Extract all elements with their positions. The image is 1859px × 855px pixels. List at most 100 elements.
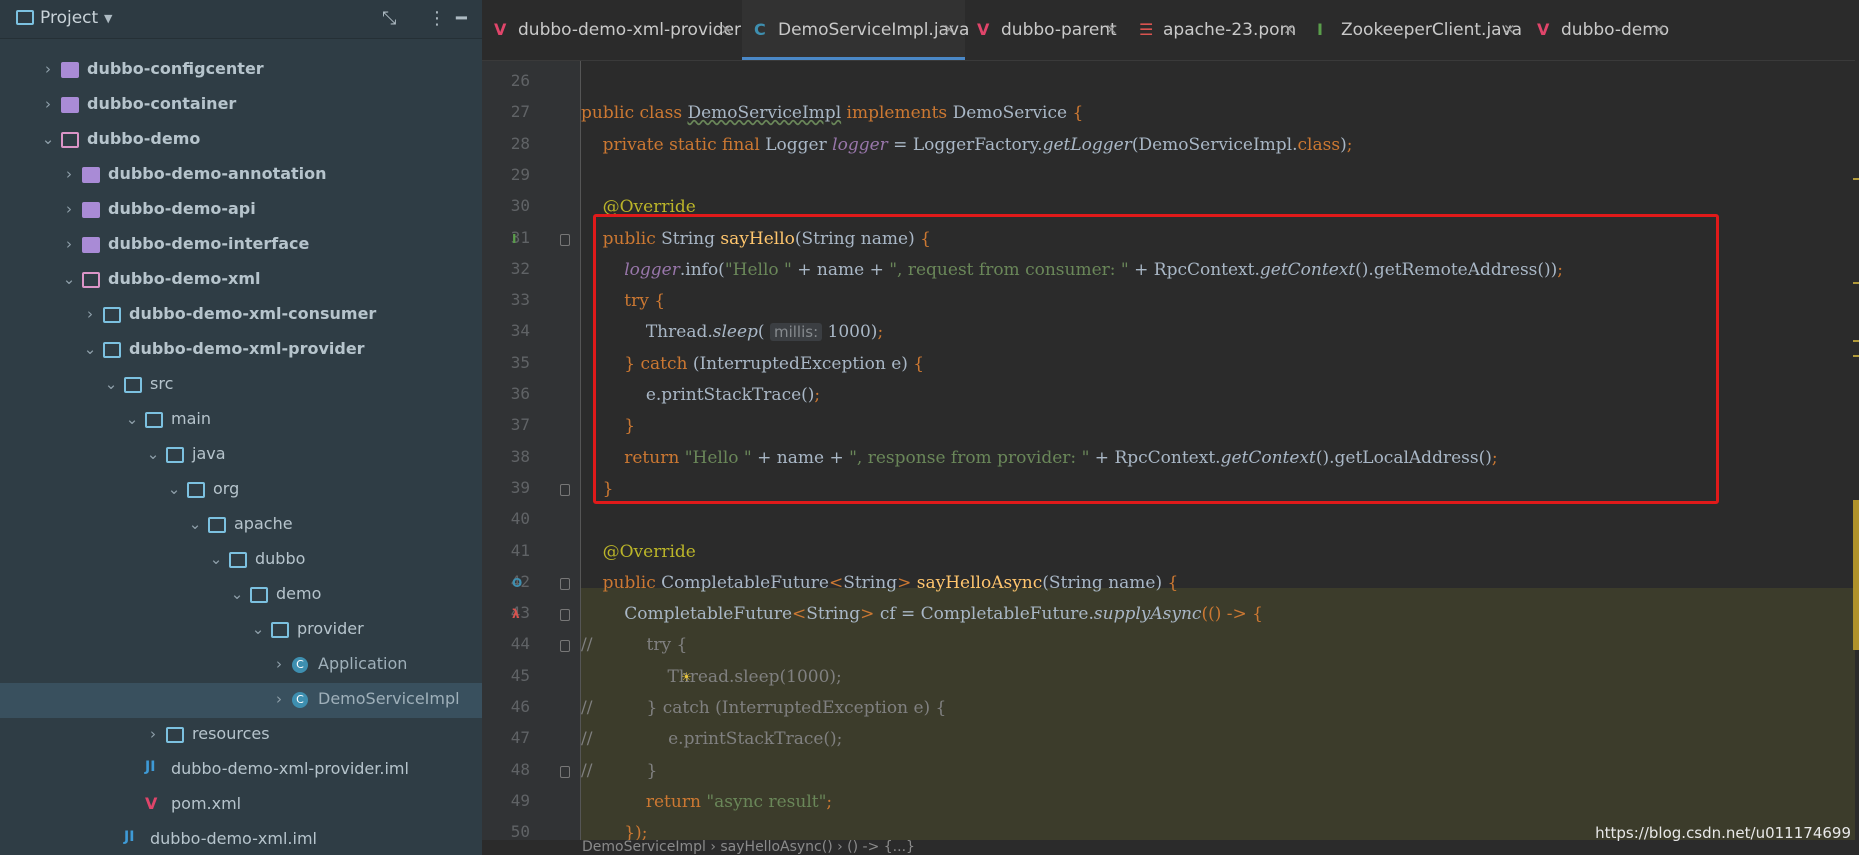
lambda-icon[interactable]: λ — [512, 607, 520, 621]
expand-down-icon[interactable]: ⌄ — [146, 445, 160, 463]
fold-marker-icon[interactable] — [560, 577, 570, 590]
code-line[interactable]: // e.printStackTrace(); — [581, 724, 1859, 755]
code-line[interactable] — [581, 67, 1859, 98]
tree-item[interactable]: ⌄ main — [0, 403, 482, 438]
tree-item[interactable]: ⌄ dubbo-demo — [0, 123, 482, 158]
chevron-right-icon[interactable]: › — [272, 690, 286, 708]
chevron-right-icon[interactable]: › — [146, 725, 160, 743]
tree-item[interactable]: › dubbo-container — [0, 88, 482, 123]
tree-item[interactable]: › dubbo-demo-annotation — [0, 158, 482, 193]
tree-item[interactable]: › resources — [0, 718, 482, 753]
tree-item[interactable]: › dubbo-demo-xml-consumer — [0, 298, 482, 333]
editor-tab[interactable]: Vdubbo-demo-xml-provider × — [482, 0, 742, 60]
close-icon[interactable]: × — [1503, 20, 1516, 38]
dropdown-arrow-icon[interactable]: ▼ — [104, 12, 112, 25]
fold-marker-icon[interactable] — [560, 640, 570, 653]
code-line[interactable]: Thread.sleep(1000); — [581, 662, 1859, 693]
editor-tab[interactable]: C DemoServiceImpl.java × — [742, 0, 969, 60]
code-line[interactable]: private static final Logger logger = Log… — [581, 130, 1859, 161]
code-line[interactable] — [581, 505, 1859, 536]
code-line[interactable]: @Override — [581, 537, 1859, 568]
expand-down-icon[interactable]: ⌄ — [230, 585, 244, 603]
close-icon[interactable]: × — [1105, 20, 1118, 38]
expand-down-icon[interactable]: ⌄ — [104, 375, 118, 393]
breadcrumb[interactable]: DemoServiceImpl › sayHelloAsync() › () -… — [482, 839, 1859, 855]
expand-down-icon[interactable]: ⌄ — [209, 550, 223, 568]
fold-marker-icon[interactable] — [560, 233, 570, 246]
collapse-all-icon[interactable]: ⤡ — [382, 8, 396, 29]
tree-item[interactable]: ⌄ dubbo-demo-xml — [0, 263, 482, 298]
tree-item[interactable]: JI dubbo-demo-xml-provider.iml — [0, 753, 482, 788]
close-icon[interactable]: × — [943, 20, 956, 38]
editor-scrollbar[interactable] — [1853, 60, 1859, 840]
code-token: String — [806, 604, 861, 625]
project-panel: Project ▼ ⤡ ⋮ ━ › dubbo-configcenter › dubb… — [0, 0, 482, 855]
tree-item-label: dubbo-demo-xml-consumer — [129, 304, 377, 323]
code-line[interactable]: // try { — [581, 630, 1859, 661]
tree-item[interactable]: › dubbo-configcenter — [0, 53, 482, 88]
tree-item[interactable]: ⌄ provider — [0, 613, 482, 648]
tree-item[interactable]: Vpom.xml — [0, 788, 482, 823]
close-icon[interactable]: × — [1653, 20, 1666, 38]
expand-down-icon[interactable]: ⌄ — [251, 620, 265, 638]
code-editor[interactable]: 26 27 28 29 30 31 32 33 34 35 36 37 38 39 40 41 42 43 44 45… — [482, 61, 1859, 841]
chevron-right-icon[interactable]: › — [62, 235, 76, 253]
chevron-right-icon[interactable]: › — [272, 655, 286, 673]
editor-tab[interactable]: Vdubbo-demo × — [1525, 0, 1675, 60]
close-icon[interactable]: × — [1283, 20, 1296, 38]
folder-icon — [250, 587, 268, 603]
editor-tab[interactable]: I ZookeeperClient.java × — [1305, 0, 1525, 60]
close-icon[interactable]: × — [720, 20, 733, 38]
code-token: DemoServiceImpl — [687, 103, 842, 124]
code-token: Logger — [765, 134, 833, 155]
maven-icon: V — [977, 20, 990, 39]
module-folder-icon — [61, 97, 79, 113]
code-line[interactable]: // } catch (InterruptedException e) { — [581, 693, 1859, 724]
tree-item[interactable]: ⌄ java — [0, 438, 482, 473]
pom-icon: ☰ — [1139, 20, 1154, 39]
override-icon[interactable]: O — [512, 576, 522, 590]
editor-tab[interactable]: ☰ apache-23.pom × — [1127, 0, 1305, 60]
expand-down-icon[interactable]: ⌄ — [41, 130, 55, 148]
expand-down-icon[interactable]: ⌄ — [83, 340, 97, 358]
chevron-right-icon[interactable]: › — [62, 200, 76, 218]
fold-marker-icon[interactable] — [560, 765, 570, 778]
editor-tab[interactable]: Vdubbo-parent × — [965, 0, 1127, 60]
implements-icon[interactable]: I — [512, 232, 516, 246]
chevron-right-icon[interactable]: › — [41, 60, 55, 78]
tree-item[interactable]: › dubbo-demo-api — [0, 193, 482, 228]
expand-down-icon[interactable]: ⌄ — [62, 270, 76, 288]
more-options-icon[interactable]: ⋮ — [428, 8, 446, 29]
red-annotation-box — [593, 214, 1719, 504]
tree-item[interactable]: › C Application — [0, 648, 482, 683]
folder-icon — [103, 342, 121, 358]
fold-marker-icon[interactable] — [560, 609, 570, 622]
expand-down-icon[interactable]: ⌄ — [125, 410, 139, 428]
tree-item[interactable]: ⌄ dubbo-demo-xml-provider — [0, 333, 482, 368]
tree-item[interactable]: ⌄ demo — [0, 578, 482, 613]
breadcrumb-text[interactable]: DemoServiceImpl › sayHelloAsync() › () -… — [582, 839, 915, 855]
fold-marker-icon[interactable] — [560, 483, 570, 496]
tree-item[interactable]: › dubbo-demo-interface — [0, 228, 482, 263]
code-line[interactable]: public class DemoServiceImpl implements … — [581, 98, 1859, 129]
code-line[interactable] — [581, 161, 1859, 192]
tree-item[interactable]: › C DemoServiceImpl — [0, 683, 482, 718]
tree-item[interactable]: ⌄ apache — [0, 508, 482, 543]
tree-item[interactable]: ⌄ src — [0, 368, 482, 403]
code-line[interactable]: return "async result"; — [581, 787, 1859, 818]
chevron-right-icon[interactable]: › — [41, 95, 55, 113]
hide-panel-icon[interactable]: ━ — [456, 8, 467, 29]
tree-item[interactable]: JI dubbo-demo-xml.iml — [0, 823, 482, 855]
tree-item[interactable]: ⌄ org — [0, 473, 482, 508]
editor-gutter: 26 27 28 29 30 31 32 33 34 35 36 37 38 39 40 41 42 43 44 45… — [482, 61, 581, 841]
code-line[interactable]: CompletableFuture<String> cf = Completab… — [581, 599, 1859, 630]
code-line[interactable]: public CompletableFuture<String> sayHell… — [581, 568, 1859, 599]
code-line[interactable]: // } — [581, 756, 1859, 787]
expand-down-icon[interactable]: ⌄ — [188, 515, 202, 533]
expand-down-icon[interactable]: ⌄ — [167, 480, 181, 498]
project-title[interactable]: Project — [40, 8, 98, 28]
chevron-right-icon[interactable]: › — [62, 165, 76, 183]
tree-item[interactable]: ⌄ dubbo — [0, 543, 482, 578]
chevron-right-icon[interactable]: › — [83, 305, 97, 323]
lightbulb-icon[interactable]: ☀ — [681, 670, 692, 684]
